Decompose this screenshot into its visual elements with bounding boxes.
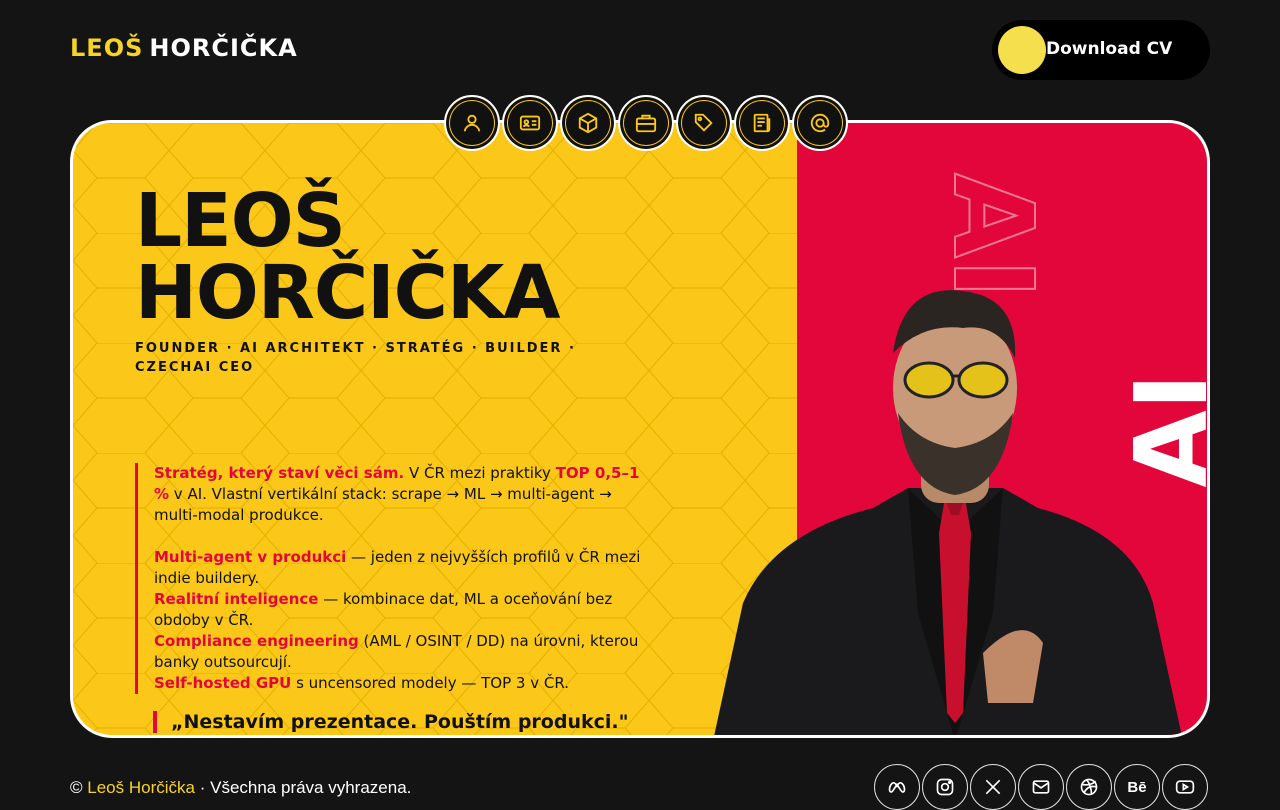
social-instagram[interactable] bbox=[922, 764, 968, 810]
id-card-icon bbox=[519, 115, 541, 131]
nav-blog-inner bbox=[740, 101, 784, 145]
social-behance[interactable]: Bē bbox=[1114, 764, 1160, 810]
intro-highlight-1: Stratég, který staví věci sám. bbox=[154, 464, 405, 482]
nav-experience-inner bbox=[624, 101, 668, 145]
nav-contact[interactable] bbox=[792, 95, 848, 151]
intro-text: Stratég, který staví věci sám. V ČR mezi… bbox=[135, 463, 649, 694]
instagram-icon bbox=[936, 778, 954, 796]
logo-first-name: LEOŠ bbox=[70, 34, 144, 62]
user-icon bbox=[463, 114, 481, 132]
youtube-icon bbox=[1175, 780, 1195, 794]
social-mail[interactable] bbox=[1018, 764, 1064, 810]
hero-name-line2: HORČIČKA bbox=[135, 250, 561, 336]
at-icon bbox=[810, 113, 830, 133]
footer-rights: · Všechna práva vyhrazena. bbox=[199, 778, 412, 797]
nav-pricing[interactable] bbox=[676, 95, 732, 151]
footer-copyright: © Leoš Horčička · Všechna práva vyhrazen… bbox=[70, 778, 411, 798]
skill-gpu-text: s uncensored modely — TOP 3 v ČR. bbox=[291, 674, 569, 692]
intro-text-1: V ČR mezi praktiky bbox=[404, 464, 556, 482]
social-x[interactable] bbox=[970, 764, 1016, 810]
nav-projects[interactable] bbox=[560, 95, 616, 151]
intro-text-2: v AI. Vlastní vertikální stack: scrape →… bbox=[154, 485, 612, 524]
skill-item: Self-hosted GPU s uncensored modely — TO… bbox=[154, 673, 649, 694]
nav-projects-inner bbox=[566, 101, 610, 145]
nav-blog[interactable] bbox=[734, 95, 790, 151]
x-icon bbox=[985, 779, 1001, 795]
skill-gpu: Self-hosted GPU bbox=[154, 674, 292, 692]
meta-icon bbox=[888, 781, 906, 793]
nav-profile[interactable] bbox=[502, 95, 558, 151]
hero-quote: „Nestavím prezentace. Pouštím produkci." bbox=[153, 711, 629, 733]
cv-button-dot bbox=[998, 26, 1046, 74]
newspaper-icon bbox=[753, 113, 771, 133]
hero-name: LEOŠ HORČIČKA bbox=[135, 178, 561, 336]
site-logo[interactable]: LEOŠ HORČIČKA bbox=[70, 34, 298, 62]
social-links: Bē bbox=[874, 764, 1210, 810]
nav-about-inner bbox=[450, 101, 494, 145]
section-nav bbox=[444, 95, 848, 151]
behance-icon: Bē bbox=[1127, 778, 1147, 796]
nav-contact-inner bbox=[798, 101, 842, 145]
hero-card: AI AI LEOŠ HORČIČKA FOUNDER · AI ARCHITE… bbox=[70, 120, 1210, 738]
logo-last-name: HORČIČKA bbox=[149, 34, 298, 62]
roles-tagline: FOUNDER · AI ARCHITEKT · STRATÉG · BUILD… bbox=[135, 341, 576, 375]
dribbble-icon bbox=[1080, 778, 1098, 796]
tag-icon bbox=[694, 113, 713, 132]
download-cv-label: Download CV bbox=[1046, 39, 1173, 59]
skill-item: Multi-agent v produkci — jeden z nejvyšš… bbox=[154, 547, 649, 589]
skill-item: Realitní inteligence — kombinace dat, ML… bbox=[154, 589, 649, 631]
cube-icon bbox=[578, 112, 598, 134]
briefcase-icon bbox=[635, 114, 657, 133]
skill-real-estate: Realitní inteligence bbox=[154, 590, 319, 608]
nav-profile-inner bbox=[508, 101, 552, 145]
download-cv-button[interactable]: Download CV bbox=[992, 20, 1210, 80]
skill-compliance: Compliance engineering bbox=[154, 632, 359, 650]
footer-name-link[interactable]: Leoš Horčička bbox=[87, 778, 195, 797]
mail-icon bbox=[1032, 780, 1050, 794]
social-meta[interactable] bbox=[874, 764, 920, 810]
skill-item: Compliance engineering (AML / OSINT / DD… bbox=[154, 631, 649, 673]
ghost-lettering: AI bbox=[928, 172, 1058, 300]
social-youtube[interactable] bbox=[1162, 764, 1208, 810]
nav-experience[interactable] bbox=[618, 95, 674, 151]
nav-pricing-inner bbox=[682, 101, 726, 145]
intro-paragraph: Stratég, který staví věci sám. V ČR mezi… bbox=[154, 463, 649, 526]
copyright-symbol: © bbox=[70, 778, 83, 797]
hero-name-line1: LEOŠ bbox=[135, 178, 346, 264]
nav-about[interactable] bbox=[444, 95, 500, 151]
social-dribbble[interactable] bbox=[1066, 764, 1112, 810]
portrait-image bbox=[714, 290, 1182, 735]
skill-multi-agent: Multi-agent v produkci bbox=[154, 548, 347, 566]
